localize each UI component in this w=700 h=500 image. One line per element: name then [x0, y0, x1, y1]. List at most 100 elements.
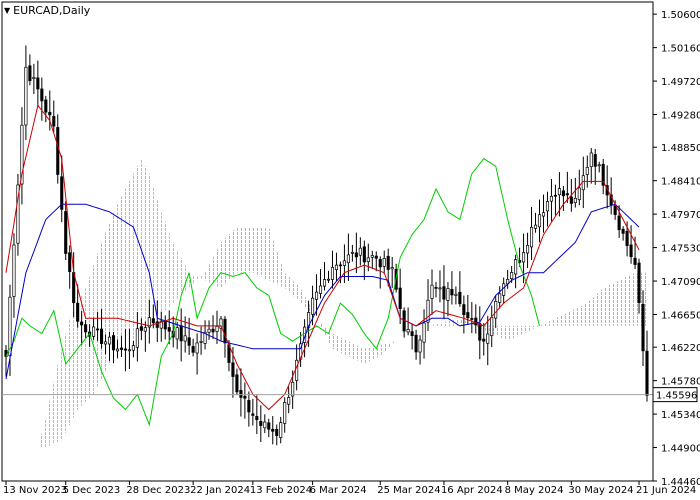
price-chart[interactable]: 1.50600 1.50160 1.49720 1.49280 1.48850 1.484… [0, 0, 700, 500]
candle-bear [629, 244, 633, 257]
kumo-segment [340, 337, 345, 355]
candle-bear [442, 286, 446, 300]
y-tick-label: 1.47970 [661, 210, 700, 221]
candle-bull [342, 260, 346, 266]
kumo-segment [129, 173, 134, 345]
kumo-segment [348, 341, 353, 359]
kumo-segment [607, 284, 612, 326]
kumo-segment [579, 304, 584, 326]
kumo-segment [236, 227, 241, 273]
candle-bear [410, 331, 414, 337]
kumo-segment [125, 181, 130, 349]
y-tick-label: 1.47090 [661, 277, 700, 288]
y-tick-label: 1.48410 [661, 177, 700, 188]
x-tick-label: 22 Jan 2024 [190, 485, 250, 496]
kumo-segment [336, 335, 341, 353]
kumo-segment [495, 325, 500, 338]
kumo-segment [224, 234, 229, 285]
kumo-segment [105, 223, 110, 372]
candle-bull [358, 247, 362, 256]
candle-bear [68, 252, 72, 272]
kumo-segment [256, 227, 261, 277]
candle-bull [557, 188, 561, 196]
candle-bear [621, 228, 625, 234]
y-tick-label: 1.45340 [661, 410, 700, 421]
candle-bull [291, 381, 295, 397]
candle-bear [40, 88, 44, 102]
kumo-segment [591, 295, 596, 326]
candle-bear [362, 246, 366, 263]
kumo-segment [169, 232, 174, 307]
y-tick-label: 1.46220 [661, 343, 700, 354]
kumo-segment [260, 227, 265, 279]
candle-bear [191, 346, 195, 353]
kumo-segment [615, 280, 620, 326]
kumo-segment [101, 232, 106, 380]
candle-bear [553, 194, 557, 197]
candle-bear [255, 416, 259, 421]
candle-bull [215, 326, 219, 332]
candle-bear [478, 323, 482, 341]
kumo-segment [599, 287, 604, 326]
y-tick-label: 1.46650 [661, 310, 700, 321]
candle-bull [366, 257, 370, 262]
symbol-label[interactable]: ▼ EURCAD,Daily [4, 2, 90, 18]
candle-bull [283, 402, 287, 424]
candle-bull [454, 293, 458, 296]
candle-bull [406, 329, 410, 333]
current-price-label: 1.45596 [656, 391, 697, 402]
candle-bull [430, 284, 434, 299]
y-tick-label: 1.47530 [661, 244, 700, 255]
kumo-segment [217, 242, 221, 288]
kumo-segment [85, 276, 90, 402]
candle-bull [24, 66, 28, 126]
candle-bear [466, 312, 470, 319]
candle-bull [127, 349, 131, 352]
candle-bull [318, 285, 323, 294]
candle-bear [633, 257, 637, 265]
candle-bear [625, 230, 629, 246]
candle-bear [28, 65, 32, 82]
candle-bear [458, 291, 462, 305]
candle-bear [223, 318, 227, 344]
kumo-segment [360, 346, 365, 364]
kumo-segment [563, 312, 568, 326]
kumo-segment [69, 310, 74, 425]
x-tick-label: 8 May 2024 [505, 485, 564, 496]
kumo-segment [141, 158, 146, 334]
candle-bull [322, 279, 327, 287]
candle-bull [541, 212, 546, 217]
kumo-segment [587, 299, 592, 326]
kumo-segment [631, 272, 636, 326]
candle-bear [111, 335, 116, 351]
candle-bull [32, 77, 36, 79]
kumo-segment [161, 211, 166, 315]
candle-bear [354, 252, 358, 258]
kumo-segment [145, 166, 150, 330]
y-tick-label: 1.50160 [661, 44, 700, 55]
candle-bull [199, 341, 203, 343]
candle-bull [330, 267, 335, 280]
x-tick-label: 30 May 2024 [568, 485, 633, 496]
candle-bear [338, 264, 342, 267]
triangle-down-icon[interactable]: ▼ [4, 6, 10, 15]
candle-bear [645, 350, 649, 396]
x-tick-label: 21 Jun 2024 [636, 485, 696, 496]
chart-window[interactable]: 1.50600 1.50160 1.49720 1.49280 1.48850 1.484… [0, 0, 700, 500]
candle-bear [56, 127, 60, 175]
candle-bear [267, 422, 271, 430]
candle-bull [533, 224, 538, 229]
candle-bear [414, 334, 418, 353]
candle-bull [589, 152, 593, 168]
candle-bear [462, 304, 466, 316]
candle-bull [573, 198, 577, 204]
candle-bull [350, 251, 354, 254]
candle-bull [526, 244, 530, 254]
candle-bull [295, 359, 299, 381]
y-tick-label: 1.50600 [661, 10, 700, 21]
kumo-segment [232, 227, 237, 277]
kumo-segment [133, 166, 138, 342]
candle-bull [446, 288, 450, 301]
candle-bear [637, 262, 641, 303]
candle-bear [239, 389, 243, 398]
